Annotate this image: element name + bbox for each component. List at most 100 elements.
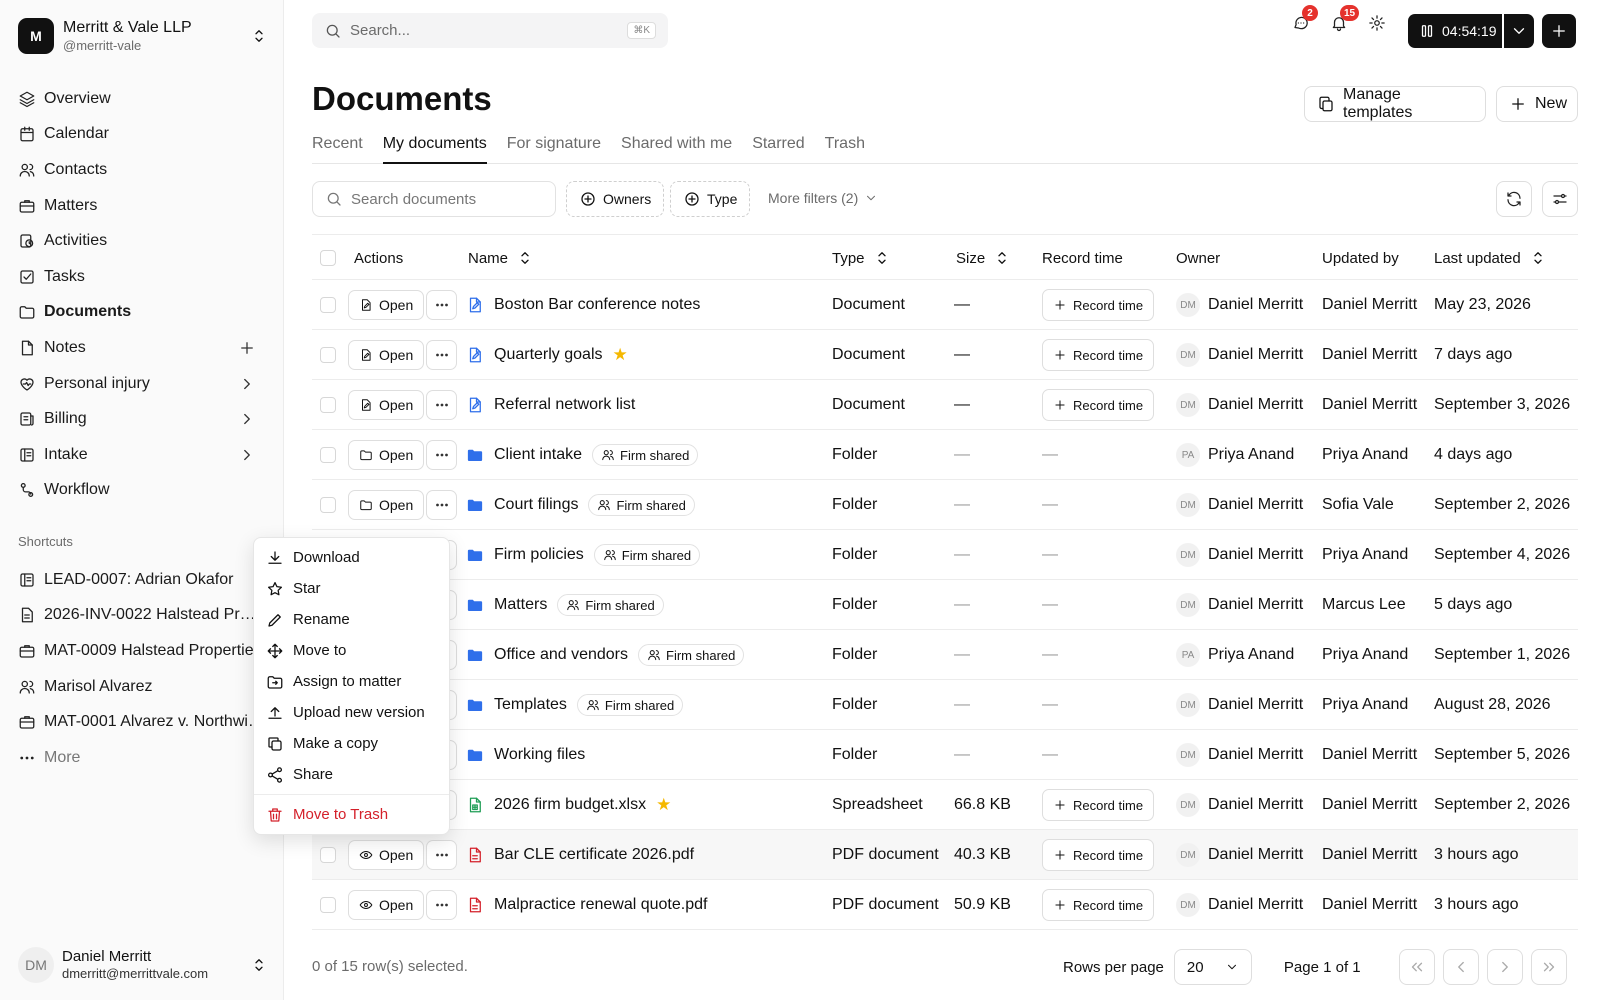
create-button[interactable] xyxy=(1542,14,1576,48)
file-name[interactable]: Bar CLE certificate 2026.pdf xyxy=(494,846,694,864)
file-name[interactable]: Firm policies xyxy=(494,546,584,564)
messages-button[interactable]: 2 xyxy=(1292,5,1318,34)
menu-item-share[interactable]: Share xyxy=(254,759,449,790)
table-row[interactable]: Open Referral network list Document — Record… xyxy=(312,380,1578,430)
menu-item-make-a-copy[interactable]: Make a copy xyxy=(254,728,449,759)
menu-item-star[interactable]: Star xyxy=(254,573,449,604)
select-all-checkbox[interactable] xyxy=(320,250,336,266)
open-button[interactable]: Open xyxy=(348,290,425,320)
sidebar-item-billing[interactable]: Billing xyxy=(10,401,272,437)
record-time-button[interactable]: Record time xyxy=(1042,889,1155,921)
sidebar-item-tasks[interactable]: Tasks xyxy=(10,259,272,295)
new-button[interactable]: New xyxy=(1496,86,1578,122)
file-name[interactable]: 2026 firm budget.xlsx xyxy=(494,796,646,814)
sidebar-item-notes[interactable]: Notes xyxy=(10,330,272,366)
table-row[interactable]: Open Boston Bar conference notes Document —… xyxy=(312,280,1578,330)
sidebar-item-documents[interactable]: Documents xyxy=(10,295,272,331)
tab-starred[interactable]: Starred xyxy=(752,131,804,164)
type-filter[interactable]: Type xyxy=(670,181,751,217)
shortcut-item[interactable]: MAT-0009 Halstead Properties xyxy=(10,633,272,669)
first-page-button[interactable] xyxy=(1398,949,1435,985)
record-time-button[interactable]: Record time xyxy=(1042,339,1155,371)
settings-button[interactable] xyxy=(1368,14,1388,34)
star-icon[interactable]: ★ xyxy=(613,345,628,365)
more-filters[interactable]: More filters (2) xyxy=(768,190,878,206)
row-checkbox[interactable] xyxy=(320,447,336,463)
row-menu-button[interactable] xyxy=(426,340,458,370)
table-row[interactable]: OpenMattersFirm sharedFolder——DMDaniel M… xyxy=(312,580,1578,630)
table-row[interactable]: Open Court filings Firm shared Folder — — DM Da… xyxy=(312,480,1578,530)
org-switcher[interactable]: M Merritt & Vale LLP @merritt-vale xyxy=(18,16,268,56)
menu-item-upload-new-version[interactable]: Upload new version xyxy=(254,697,449,728)
menu-item-assign-to-matter[interactable]: Assign to matter xyxy=(254,666,449,697)
sidebar-item-intake[interactable]: Intake xyxy=(10,437,272,473)
open-button[interactable]: Open xyxy=(348,890,425,920)
view-options-button[interactable] xyxy=(1542,181,1578,217)
row-checkbox[interactable] xyxy=(320,497,336,513)
shortcut-item[interactable]: MAT-0001 Alvarez v. Northwind xyxy=(10,704,272,740)
menu-item-download[interactable]: Download xyxy=(254,542,449,573)
manage-templates-button[interactable]: Manage templates xyxy=(1304,86,1486,122)
menu-item-rename[interactable]: Rename xyxy=(254,604,449,635)
file-name[interactable]: Client intake xyxy=(494,446,582,464)
last-page-button[interactable] xyxy=(1530,949,1567,985)
file-name[interactable]: Court filings xyxy=(494,496,578,514)
file-name[interactable]: Working files xyxy=(494,746,585,764)
row-menu-button[interactable] xyxy=(426,890,458,920)
sidebar-item-overview[interactable]: Overview xyxy=(10,81,272,117)
open-button[interactable]: Open xyxy=(348,340,425,370)
file-name[interactable]: Boston Bar conference notes xyxy=(494,296,700,314)
document-search-input[interactable]: Search documents xyxy=(312,181,556,217)
row-checkbox[interactable] xyxy=(320,347,336,363)
table-row[interactable]: Open2026 firm budget.xlsx★Spreadsheet66.… xyxy=(312,780,1578,830)
file-name[interactable]: Referral network list xyxy=(494,396,635,414)
open-button[interactable]: Open xyxy=(348,440,425,470)
tab-recent[interactable]: Recent xyxy=(312,131,363,164)
row-checkbox[interactable] xyxy=(320,397,336,413)
file-name[interactable]: Quarterly goals xyxy=(494,346,603,364)
shortcuts-more[interactable]: More xyxy=(10,740,272,776)
row-checkbox[interactable] xyxy=(320,297,336,313)
row-checkbox[interactable] xyxy=(320,897,336,913)
row-menu-button[interactable] xyxy=(426,490,458,520)
tab-my-documents[interactable]: My documents xyxy=(382,131,487,164)
row-checkbox[interactable] xyxy=(320,847,336,863)
record-time-button[interactable]: Record time xyxy=(1042,389,1155,421)
tab-trash[interactable]: Trash xyxy=(825,131,865,164)
shortcut-item[interactable]: Marisol Alvarez xyxy=(10,669,272,705)
timer-button[interactable]: 04:54:19 xyxy=(1408,14,1502,48)
shortcut-item[interactable]: 2026-INV-0022 Halstead Properties xyxy=(10,598,272,634)
rows-per-page-select[interactable]: 20 xyxy=(1173,949,1252,985)
table-row[interactable]: OpenOffice and vendorsFirm sharedFolder—… xyxy=(312,630,1578,680)
table-row[interactable]: Open Quarterly goals ★ Document — Record time… xyxy=(312,330,1578,380)
tab-shared-with-me[interactable]: Shared with me xyxy=(621,131,732,164)
table-row[interactable]: Open Client intake Firm shared Folder — — PA Pr… xyxy=(312,430,1578,480)
table-row[interactable]: OpenFirm policiesFirm sharedFolder——DMDa… xyxy=(312,530,1578,580)
sidebar-item-activities[interactable]: Activities xyxy=(10,223,272,259)
sidebar-item-workflow[interactable]: Workflow xyxy=(10,473,272,509)
file-name[interactable]: Malpractice renewal quote.pdf xyxy=(494,896,707,914)
row-menu-button[interactable] xyxy=(426,440,458,470)
column-size-header[interactable]: Size xyxy=(956,235,1011,281)
file-name[interactable]: Templates xyxy=(494,696,567,714)
tab-for-signature[interactable]: For signature xyxy=(507,131,601,164)
row-menu-button[interactable] xyxy=(426,390,458,420)
star-icon[interactable]: ★ xyxy=(656,795,671,815)
column-last-updated-header[interactable]: Last updated xyxy=(1434,235,1547,281)
row-menu-button[interactable] xyxy=(426,840,458,870)
menu-item-move-to[interactable]: Move to xyxy=(254,635,449,666)
table-row[interactable]: Open Malpractice renewal quote.pdf PDF doc… xyxy=(312,880,1578,930)
sidebar-item-personal-injury[interactable]: Personal injury xyxy=(10,366,272,402)
record-time-button[interactable]: Record time xyxy=(1042,289,1155,321)
column-type-header[interactable]: Type xyxy=(832,235,891,281)
prev-page-button[interactable] xyxy=(1442,949,1479,985)
open-button[interactable]: Open xyxy=(348,390,425,420)
file-name[interactable]: Office and vendors xyxy=(494,646,628,664)
sidebar-item-calendar[interactable]: Calendar xyxy=(10,117,272,153)
open-button[interactable]: Open xyxy=(348,490,425,520)
sidebar-item-contacts[interactable]: Contacts xyxy=(10,152,272,188)
open-button[interactable]: Open xyxy=(348,840,425,870)
shortcut-item[interactable]: LEAD-0007: Adrian Okafor xyxy=(10,562,272,598)
record-time-button[interactable]: Record time xyxy=(1042,789,1155,821)
column-name-header[interactable]: Name xyxy=(468,235,534,281)
